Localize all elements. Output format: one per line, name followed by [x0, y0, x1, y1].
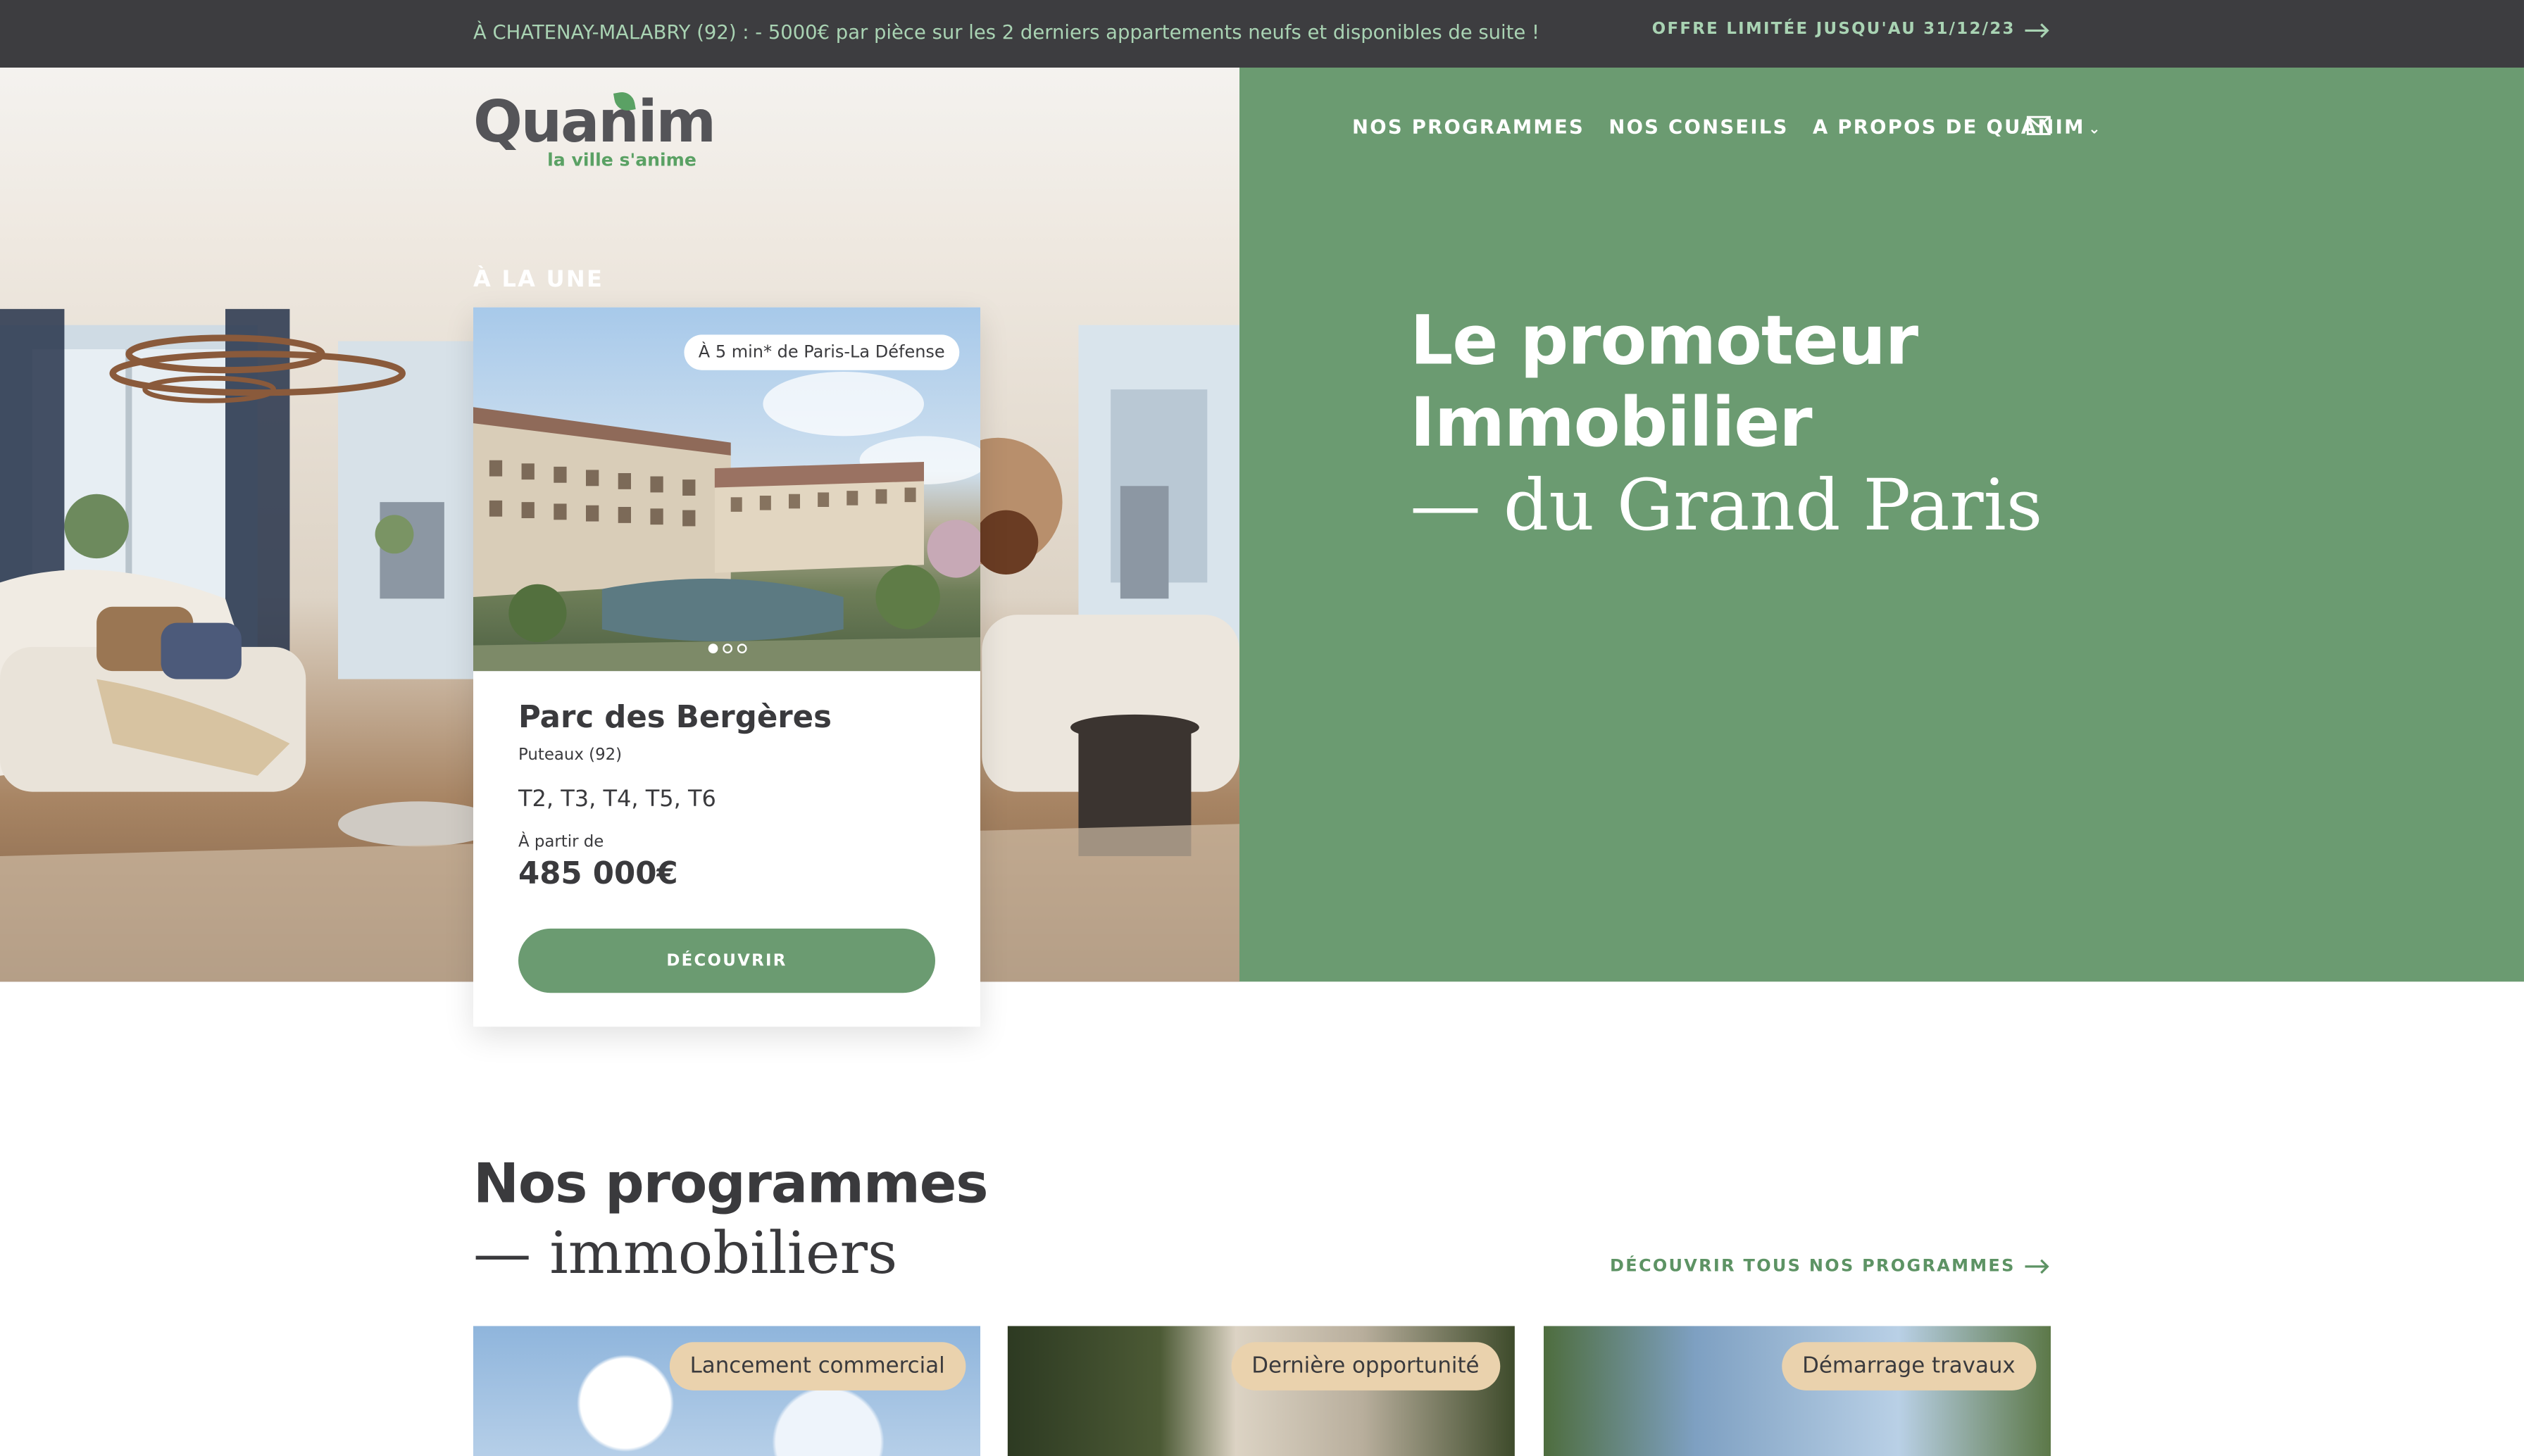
- status-badge: Dernière opportunité: [1230, 1342, 1501, 1391]
- carousel-dot-3[interactable]: [737, 644, 747, 653]
- promo-text: À CHATENAY-MALABRY (92) : - 5000€ par pi…: [473, 20, 1539, 44]
- program-card-3[interactable]: Démarrage travaux: [1543, 1326, 2051, 1456]
- all-programs-link[interactable]: DÉCOUVRIR TOUS NOS PROGRAMMES: [1610, 1257, 2051, 1276]
- offer-label: OFFRE LIMITÉE JUSQU'AU 31/12/23: [1651, 20, 2016, 39]
- program-card-2[interactable]: Dernière opportunité: [1007, 1326, 1515, 1456]
- price-from-label: À partir de: [518, 833, 604, 852]
- mail-icon[interactable]: [2026, 115, 2051, 135]
- program-city: Puteaux (92): [518, 746, 623, 765]
- headline-line-3: — du Grand Paris: [1410, 465, 2043, 548]
- program-title[interactable]: Parc des Bergères: [518, 700, 832, 735]
- nav-conseils[interactable]: NOS CONSEILS: [1608, 116, 1788, 139]
- quanim-logo[interactable]: Quanim la ville s'anime: [473, 90, 716, 180]
- carousel-dots: [708, 644, 747, 653]
- logo-tagline: la ville s'anime: [547, 149, 696, 171]
- page: À CHATENAY-MALABRY (92) : - 5000€ par pi…: [0, 0, 2524, 1456]
- featured-label: À LA UNE: [473, 267, 604, 293]
- status-badge: Démarrage travaux: [1781, 1342, 2037, 1391]
- carousel-dot-2[interactable]: [723, 644, 732, 653]
- promo-bar: À CHATENAY-MALABRY (92) : - 5000€ par pi…: [0, 0, 2524, 68]
- all-programs-label: DÉCOUVRIR TOUS NOS PROGRAMMES: [1610, 1257, 2016, 1276]
- chevron-down-icon: ⌄: [2088, 122, 2102, 139]
- status-badge: Lancement commercial: [668, 1342, 966, 1391]
- headline-line-2: Immobilier: [1410, 382, 1812, 462]
- discover-button[interactable]: DÉCOUVRIR: [518, 928, 935, 993]
- featured-program-card: À 5 min* de Paris-La Défense Parc des Be…: [473, 307, 980, 1027]
- offer-link[interactable]: OFFRE LIMITÉE JUSQU'AU 31/12/23: [1652, 21, 2051, 39]
- carousel-dot-1[interactable]: [708, 644, 718, 653]
- arrow-right-icon: [2025, 1259, 2049, 1274]
- location-badge: À 5 min* de Paris-La Défense: [684, 334, 960, 370]
- program-card-1[interactable]: Lancement commercial: [473, 1326, 980, 1456]
- section-subtitle: — immobiliers: [473, 1221, 898, 1288]
- nav-a-propos[interactable]: A PROPOS DE QUANIM ⌄: [1813, 116, 2102, 139]
- featured-program-image[interactable]: À 5 min* de Paris-La Défense: [473, 307, 980, 672]
- main-nav: NOS PROGRAMMES NOS CONSEILS A PROPOS DE …: [1352, 116, 2102, 139]
- nav-programmes[interactable]: NOS PROGRAMMES: [1352, 116, 1585, 139]
- program-types: T2, T3, T4, T5, T6: [518, 786, 716, 813]
- arrow-right-icon: [2025, 23, 2049, 37]
- section-title: Nos programmes: [473, 1152, 989, 1217]
- headline-line-1: Le promoteur: [1410, 301, 1918, 380]
- logo-wordmark: Quanim: [473, 89, 716, 156]
- program-price: 485 000€: [518, 855, 678, 892]
- hero-headline: Le promoteur Immobilier — du Grand Paris: [1410, 299, 2042, 551]
